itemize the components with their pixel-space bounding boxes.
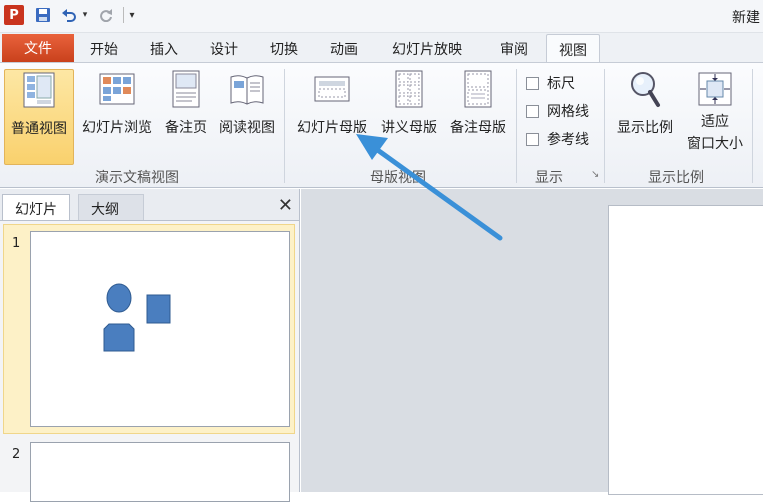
document-title: 新建 bbox=[732, 10, 760, 26]
tab-outline[interactable]: 大纲 bbox=[78, 194, 144, 220]
group-separator bbox=[604, 69, 605, 183]
normal-view-icon bbox=[23, 72, 55, 108]
magnifier-icon bbox=[631, 72, 660, 107]
show-dialog-launcher-icon[interactable]: ↘ bbox=[591, 169, 599, 180]
reading-view-icon bbox=[230, 75, 264, 105]
slides-panel: 幻灯片 大纲 ✕ 1 2 bbox=[0, 189, 300, 502]
slide-thumbnail-2[interactable] bbox=[30, 442, 290, 502]
notes-page-button[interactable]: 备注页 bbox=[160, 69, 212, 137]
slide-thumbnails: 1 2 bbox=[0, 220, 299, 502]
ribbon-view: 普通视图 幻灯片浏览 备注页 阅读视图 演示文稿视图 幻灯片母版 讲义母版 备注… bbox=[0, 62, 763, 188]
slide-thumbnail-1[interactable] bbox=[30, 231, 290, 427]
handout-master-icon bbox=[395, 70, 423, 108]
reading-view-button[interactable]: 阅读视图 bbox=[214, 69, 280, 137]
zoom-button[interactable]: 显示比例 bbox=[610, 69, 680, 137]
notes-page-icon bbox=[172, 70, 200, 108]
handout-master-button[interactable]: 讲义母版 bbox=[376, 69, 442, 137]
current-slide-canvas[interactable] bbox=[608, 205, 763, 495]
tab-review[interactable]: 审阅 bbox=[500, 39, 528, 59]
slide-shapes bbox=[103, 283, 171, 352]
undo-dropdown-icon[interactable]: ▾ bbox=[80, 5, 90, 25]
group-label-zoom: 显示比例 bbox=[648, 170, 704, 186]
tab-slides[interactable]: 幻灯片 bbox=[2, 194, 70, 220]
quick-access-separator bbox=[123, 7, 124, 23]
powerpoint-app-icon[interactable]: P bbox=[4, 5, 24, 25]
slide-editing-area bbox=[301, 189, 763, 495]
ruler-checkbox[interactable] bbox=[526, 76, 539, 90]
tab-transitions[interactable]: 切换 bbox=[270, 39, 298, 59]
slide-sorter-icon bbox=[99, 73, 135, 105]
tab-file[interactable]: 文件 bbox=[2, 34, 74, 62]
group-separator bbox=[516, 69, 517, 183]
ruler-checkbox-row[interactable]: 标尺 bbox=[526, 73, 575, 93]
save-icon[interactable] bbox=[34, 5, 52, 25]
tab-home[interactable]: 开始 bbox=[90, 39, 118, 59]
slide-master-icon bbox=[314, 76, 350, 102]
tab-design[interactable]: 设计 bbox=[210, 39, 238, 59]
fit-to-window-button[interactable]: 适应 窗口大小 bbox=[680, 69, 750, 153]
notes-master-button[interactable]: 备注母版 bbox=[444, 69, 512, 137]
tab-slideshow[interactable]: 幻灯片放映 bbox=[392, 39, 462, 59]
slide-master-button[interactable]: 幻灯片母版 bbox=[290, 69, 374, 137]
group-label-presentation-views: 演示文稿视图 bbox=[95, 170, 179, 186]
group-separator bbox=[752, 69, 753, 183]
gridlines-checkbox-row[interactable]: 网格线 bbox=[526, 101, 589, 121]
customize-quick-access-icon[interactable]: ▾ bbox=[127, 5, 137, 25]
group-separator bbox=[284, 69, 285, 183]
tab-insert[interactable]: 插入 bbox=[150, 39, 178, 59]
fit-window-icon bbox=[698, 72, 732, 106]
group-label-master-views: 母版视图 bbox=[370, 170, 426, 186]
guides-checkbox[interactable] bbox=[526, 132, 539, 146]
slide-number: 1 bbox=[12, 236, 21, 251]
guides-checkbox-row[interactable]: 参考线 bbox=[526, 129, 589, 149]
gridlines-label: 网格线 bbox=[547, 104, 589, 120]
gridlines-checkbox[interactable] bbox=[526, 104, 539, 118]
close-panel-icon[interactable]: ✕ bbox=[278, 195, 293, 216]
group-label-show: 显示 bbox=[535, 170, 563, 186]
slide-sorter-button[interactable]: 幻灯片浏览 bbox=[76, 69, 158, 137]
slide-number: 2 bbox=[12, 447, 21, 462]
ribbon-tabs: 文件 开始 插入 设计 切换 动画 幻灯片放映 审阅 视图 bbox=[0, 33, 763, 64]
notes-master-icon bbox=[464, 70, 492, 108]
title-bar: P ▾ ▾ 新建 bbox=[0, 0, 763, 33]
redo-icon[interactable] bbox=[98, 5, 114, 25]
guides-label: 参考线 bbox=[547, 132, 589, 148]
tab-view[interactable]: 视图 bbox=[546, 34, 600, 64]
normal-view-button[interactable]: 普通视图 bbox=[4, 69, 74, 165]
undo-icon[interactable] bbox=[60, 5, 78, 25]
tab-animations[interactable]: 动画 bbox=[330, 39, 358, 59]
ruler-label: 标尺 bbox=[547, 76, 575, 92]
